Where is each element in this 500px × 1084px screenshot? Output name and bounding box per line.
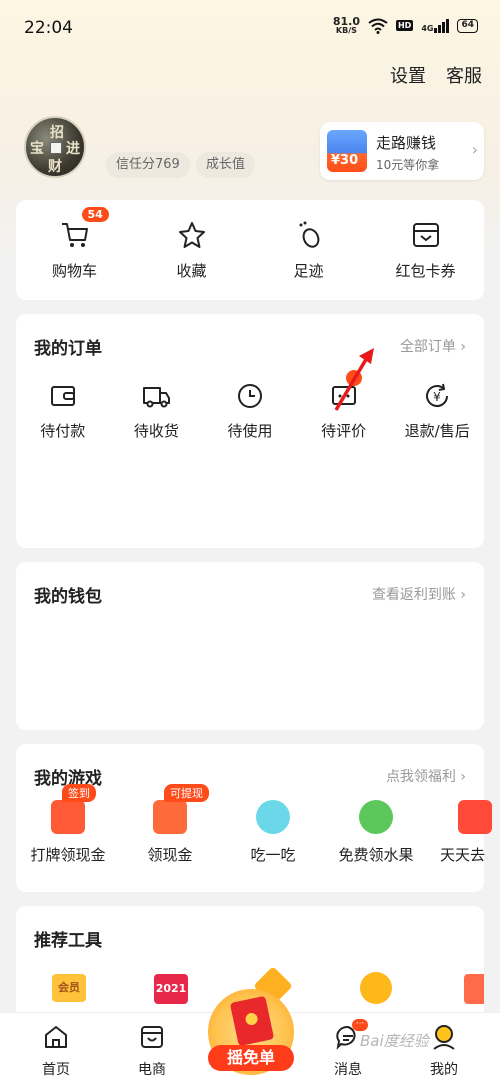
refund-icon: ¥ [426,383,449,407]
hd-badge: HD [395,20,414,31]
game-item-daily[interactable]: 天天去 [430,800,500,865]
chevron-right-icon: › [460,587,466,603]
red-envelope-icon [229,995,275,1047]
order-item-label: 待评价 [321,422,367,440]
cart-count-badge: 54 [80,206,110,223]
cart-icon [61,223,88,247]
star-icon [178,222,205,248]
svg-text:¥: ¥ [433,390,441,404]
game-item-fruit[interactable]: 免费领水果 [326,800,426,865]
clock-icon [237,384,262,408]
orders-title: 我的订单 [34,339,102,359]
game-item-cash[interactable]: 可提现 领现金 [120,784,220,865]
quick-action-label: 红包卡券 [395,262,456,280]
walk-promo-image: ¥30 [327,130,367,172]
red-envelope-icon [51,800,85,834]
quick-action-label: 足迹 [293,262,324,280]
quick-action-coupons[interactable]: 红包卡券 [380,220,472,281]
all-orders-link[interactable]: 全部订单 › [400,336,466,356]
annotation-arrow-icon [334,348,374,411]
credit-score-tag[interactable]: 信任分769 [106,152,190,178]
center-button-label: 摇免单 [208,1045,294,1071]
coin-bag-icon [153,800,187,834]
monster-icon [256,800,290,834]
walk-promo-title: 走路赚钱 [376,134,437,152]
orders-card: 我的订单 全部订单 › 待付款 待收货 待使用 待评价 ¥ 退款/售后 [16,314,484,548]
watermark: Bai度经验 [360,1032,429,1050]
checkin-tip-badge: 签到 [62,784,96,802]
order-refund[interactable]: ¥ 退款/售后 [391,382,483,441]
status-time: 22:04 [24,18,73,38]
status-icons: 81.0 KB/S HD 4G 64 [333,16,478,35]
order-pending-use[interactable]: 待使用 [204,382,296,441]
order-item-label: 退款/售后 [404,422,470,440]
tool-member[interactable]: 会员 [52,974,86,1002]
status-bar: 22:04 81.0 KB/S HD 4G 64 [0,0,500,52]
customer-service-button[interactable]: 客服 [446,62,482,88]
wifi-icon [368,18,388,34]
game-welfare-link[interactable]: 点我领福利 › [386,766,466,786]
walk-earn-card[interactable]: ¥30 走路赚钱 10元等你拿 › [320,122,484,180]
nav-label: 我的 [430,1062,458,1078]
tools-title: 推荐工具 [34,931,102,951]
signal-icon: 4G [421,18,450,33]
settings-button[interactable]: 设置 [390,62,426,88]
coupon-icon[interactable] [464,974,484,1004]
user-icon [433,1025,455,1050]
games-row: 签到 打牌领现金 可提现 领现金 吃一吃 免费领水果 天天去 [0,784,500,880]
tree-icon [359,800,393,834]
battery-icon: 64 [457,18,478,33]
header-links: 设置 客服 [390,62,482,88]
quick-actions-card: 54 购物车 收藏 足迹 红包卡券 [16,200,484,300]
net-speed: 81.0 KB/S [332,15,360,35]
avatar[interactable]: 招 进 财 宝 [24,116,86,178]
order-pending-payment[interactable]: 待付款 [17,382,109,441]
chevron-right-icon: › [471,140,478,159]
chevron-right-icon: › [460,339,466,355]
withdraw-tip-badge: 可提现 [164,784,209,802]
nav-shop[interactable]: 电商 [112,1023,192,1079]
quick-action-label: 购物车 [51,262,97,280]
tool-calendar[interactable]: 2021 [154,974,188,1004]
nav-home[interactable]: 首页 [16,1023,96,1079]
video-icon [458,800,492,834]
nav-label: 首页 [42,1062,70,1078]
quick-action-footprint[interactable]: 足迹 [263,220,355,281]
order-item-label: 待付款 [40,422,86,440]
footprint-icon [299,221,319,248]
rebate-link[interactable]: 查看返利到账 › [372,584,466,604]
truck-icon [143,387,171,408]
game-item-card[interactable]: 签到 打牌领现金 [18,784,118,865]
wallet-icon [50,386,75,406]
growth-value-tag[interactable]: 成长值 [196,152,256,178]
quick-action-cart[interactable]: 54 购物车 [29,206,121,281]
chevron-right-icon: › [460,769,466,785]
order-item-label: 待使用 [227,422,273,440]
order-item-label: 待收货 [133,422,179,440]
profile-section: 招 进 财 宝 信任分769 成长值 ¥30 走路赚钱 10元等你拿 › [24,116,484,186]
order-pending-receipt[interactable]: 待收货 [110,382,202,441]
quick-action-favorites[interactable]: 收藏 [146,220,238,281]
game-item-eat[interactable]: 吃一吃 [223,800,323,865]
quick-action-label: 收藏 [176,262,207,280]
wallet-icon [412,223,439,247]
shop-icon [141,1026,163,1048]
walk-promo-subtitle: 10元等你拿 [376,158,440,172]
home-icon [45,1026,67,1048]
wallet-card: 我的钱包 查看返利到账 › [16,562,484,730]
wallet-title: 我的钱包 [34,587,102,607]
medal-icon[interactable] [360,972,392,1004]
nav-label: 电商 [138,1062,166,1078]
nav-label: 消息 [334,1062,362,1078]
shake-free-order-button[interactable]: 摇免单 [208,989,294,1075]
